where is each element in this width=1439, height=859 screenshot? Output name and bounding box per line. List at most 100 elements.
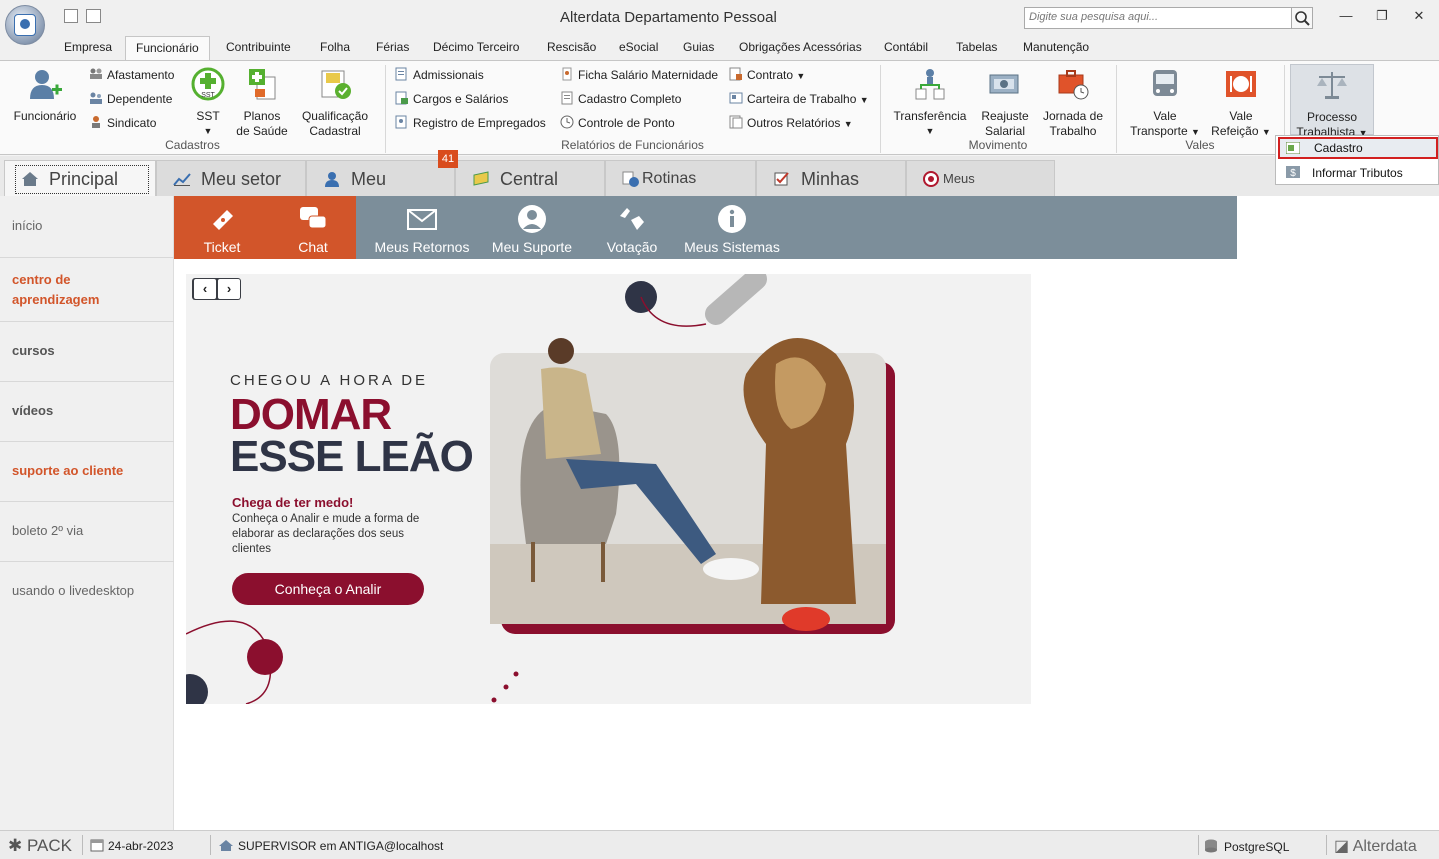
sistemas-label: Meus Sistemas [684, 239, 780, 255]
status-separator [1198, 835, 1199, 855]
registro-empregados-button[interactable]: Registro de Empregados [395, 114, 546, 132]
tab-folha[interactable]: Folha [320, 40, 350, 54]
tab-decimo-terceiro[interactable]: Décimo Terceiro [433, 40, 519, 54]
report-icon [395, 67, 407, 81]
ficha-salario-maternidade-button[interactable]: Ficha Salário Maternidade [560, 66, 718, 84]
dependente-button[interactable]: Dependente [89, 90, 172, 108]
menu-item-cadastro[interactable]: Cadastro [1278, 137, 1438, 159]
tab-empresa[interactable]: Empresa [64, 40, 112, 54]
carteira-trabalho-button[interactable]: Carteira de Trabalho ▼ [729, 90, 869, 108]
tab-guias[interactable]: Guias [683, 40, 714, 54]
cadastro-completo-button[interactable]: Cadastro Completo [560, 90, 681, 108]
sidebar-item-livedesktop[interactable]: usando o livedesktop [0, 562, 174, 622]
app-menu-button[interactable] [5, 5, 45, 45]
pack-logo: ✱ PACK [8, 836, 72, 856]
qualificacao-cadastral-button[interactable]: Qualificação Cadastral [298, 67, 372, 139]
close-button[interactable]: ✕ [1406, 6, 1432, 26]
app-logo-icon [14, 14, 36, 36]
chat-icon [300, 207, 327, 229]
processo-trabalhista-content: Processo Trabalhista ▼ [1291, 68, 1373, 141]
sidebar-item-centro-aprendizagem[interactable]: centro de aprendizagem [0, 258, 174, 322]
tab-minhas-tarefas[interactable]: Minhas tarefas [756, 160, 906, 225]
sidebar-item-suporte[interactable]: suporte ao cliente [0, 442, 174, 502]
grid-icon[interactable] [64, 9, 78, 23]
qualif-label-2: Cadastral [309, 124, 361, 138]
sidebar-item-boleto[interactable]: boleto 2º via [0, 502, 174, 562]
tab-funcionario[interactable]: Funcionário [125, 36, 210, 61]
tab-contribuinte[interactable]: Contribuinte [226, 40, 291, 54]
meus-retornos-button[interactable]: Meus Retornos [370, 196, 474, 259]
sindicato-button[interactable]: Sindicato [89, 114, 156, 132]
vt-caret-icon: ▼ [1191, 127, 1200, 137]
sidebar: início centro de aprendizagem cursos víd… [0, 196, 174, 830]
outros-relatorios-button[interactable]: Outros Relatórios ▼ [729, 114, 853, 132]
chat-label: Chat [298, 239, 328, 255]
vale-transporte-button[interactable]: Vale Transporte ▼ [1126, 67, 1204, 140]
group-movimento-label: Movimento [968, 138, 1028, 152]
search-button[interactable] [1291, 7, 1313, 29]
jornada-trabalho-button[interactable]: Jornada de Trabalho [1040, 67, 1106, 139]
search-input[interactable]: Digite sua pesquisa aqui... [1024, 7, 1292, 29]
carousel-prev-button[interactable]: ‹ [194, 279, 216, 299]
transferencia-label: Transferência [893, 109, 967, 123]
scales-icon [1317, 72, 1347, 99]
tab-meu-gerente[interactable]: Meu Gerente [306, 160, 455, 225]
tab-ferias[interactable]: Férias [376, 40, 409, 54]
registro-label: Registro de Empregados [413, 116, 546, 130]
tab-tabelas[interactable]: Tabelas [956, 40, 997, 54]
controle-ponto-button[interactable]: Controle de Ponto [560, 114, 675, 132]
restore-button[interactable]: ❐ [1369, 6, 1395, 26]
alterdata-label: Alterdata [1352, 838, 1417, 855]
cargos-salarios-button[interactable]: Cargos e Salários [395, 90, 508, 108]
chat-button[interactable]: Chat [270, 196, 356, 259]
status-db: PostgreSQL [1204, 839, 1289, 854]
meu-suporte-button[interactable]: Meu Suporte [486, 196, 578, 259]
document-icon[interactable] [86, 9, 101, 23]
vale-refeicao-button[interactable]: Vale Refeição ▼ [1206, 67, 1276, 140]
home-icon [22, 172, 38, 186]
banner-decoration [186, 274, 895, 704]
info-icon [718, 205, 746, 233]
admissionais-button[interactable]: Admissionais [395, 66, 484, 84]
ticket-button[interactable]: Ticket [174, 196, 270, 259]
tab-manutencao[interactable]: Manutenção [1023, 40, 1089, 54]
menu-item-informar-tributos[interactable]: $ Informar Tributos [1278, 162, 1438, 184]
transferencia-button[interactable]: Transferência ▼ [890, 67, 970, 139]
promo-banner[interactable]: ‹ › CHEGOU A HORA DE DOMAR ESSE LEÃO Che… [186, 274, 1031, 704]
tab-principal[interactable]: Principal [4, 160, 156, 196]
banner-cta-button[interactable]: Conheça o Analir [232, 573, 424, 605]
tab-central-esocial[interactable]: Central eSocial [455, 160, 605, 225]
envelope-icon [407, 209, 437, 230]
sidebar-item-cursos[interactable]: cursos [0, 322, 174, 382]
notification-badge: 41 [438, 150, 458, 168]
sidebar-centro-label-1: centro de [12, 272, 71, 287]
sst-button[interactable]: SST SST ▼ [186, 67, 230, 139]
tab-esocial[interactable]: eSocial [619, 40, 658, 54]
carousel-next-button[interactable]: › [218, 279, 240, 299]
group-vales-label: Vales [1185, 138, 1215, 152]
tab-meu-setor[interactable]: Meu setor [156, 160, 306, 196]
reajuste-salarial-button[interactable]: Reajuste Salarial [976, 67, 1034, 139]
processo-trabalhista-button[interactable]: Processo Trabalhista ▼ [1290, 64, 1374, 139]
tab-rescisao[interactable]: Rescisão [547, 40, 596, 54]
sidebar-livedesktop-label: usando o livedesktop [12, 583, 135, 598]
tab-obrigacoes-acessorias[interactable]: Obrigações Acessórias [739, 40, 862, 54]
afastamento-button[interactable]: Afastamento [89, 66, 174, 84]
support-icon [923, 171, 939, 187]
tab-contabil[interactable]: Contábil [884, 40, 928, 54]
funcionario-button[interactable]: Funcionário [10, 67, 80, 124]
sidebar-item-videos[interactable]: vídeos [0, 382, 174, 442]
sidebar-item-inicio[interactable]: início [0, 196, 174, 258]
sidebar-inicio-label: início [12, 218, 43, 233]
meus-sistemas-button[interactable]: Meus Sistemas [682, 196, 782, 259]
status-bar: ✱ PACK 24-abr-2023 SUPERVISOR em ANTIGA@… [0, 830, 1439, 859]
dependente-label: Dependente [107, 92, 173, 106]
minimize-button[interactable]: — [1333, 6, 1359, 26]
ribbon: Funcionário Afastamento Dependente Sindi… [0, 60, 1439, 155]
tab-rotinas-automaticas[interactable]: Rotinas automáticas [605, 160, 756, 223]
planos-de-saude-button[interactable]: Planos de Saúde [236, 67, 288, 139]
contrato-button[interactable]: Contrato ▼ [729, 66, 805, 84]
votacao-button[interactable]: Votação [594, 196, 670, 259]
chart-icon [173, 173, 191, 186]
tab-meus-atendimentos[interactable]: Meus Atendimentos [906, 160, 1055, 222]
